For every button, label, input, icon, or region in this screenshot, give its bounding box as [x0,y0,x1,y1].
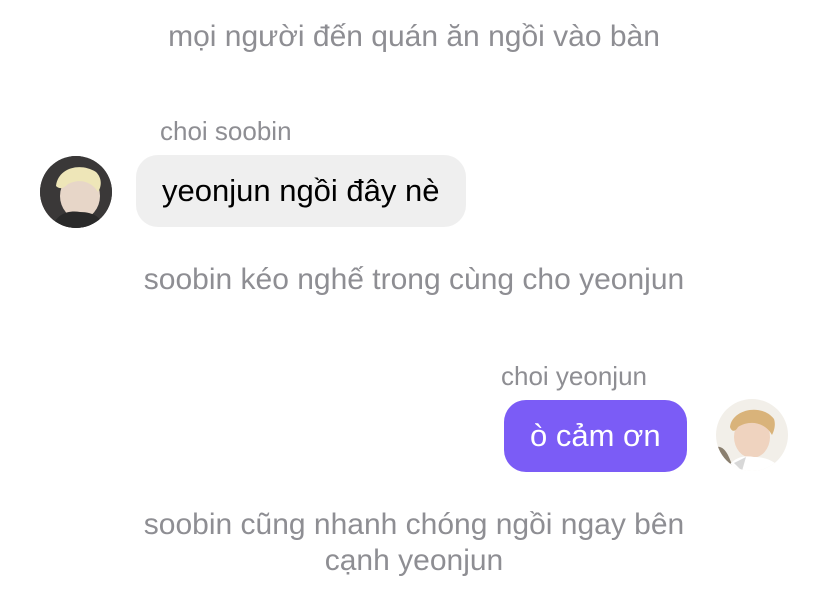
sender-name: choi soobin [160,116,292,146]
narration-text: mọi người đến quán ăn ngồi vào bàn [168,20,660,53]
user-avatar-photo-icon [40,156,112,228]
avatar[interactable] [716,399,788,471]
message-bubble-incoming[interactable]: yeonjun ngồi đây nè [136,155,466,227]
user-avatar-photo-icon [716,399,788,471]
narration-line: cạnh yeonjun [324,544,504,577]
narration-line: soobin cũng nhanh chóng ngồi ngay bên [143,508,685,541]
avatar[interactable] [40,156,112,228]
narration-text: soobin kéo nghế trong cùng cho yeonjun [143,263,685,296]
message-bubble-outgoing[interactable]: ò cảm ơn [504,400,687,472]
narration-text: soobin cũng nhanh chóng ngồi ngay bên cạ… [0,507,828,579]
sender-name: choi yeonjun [501,361,647,391]
